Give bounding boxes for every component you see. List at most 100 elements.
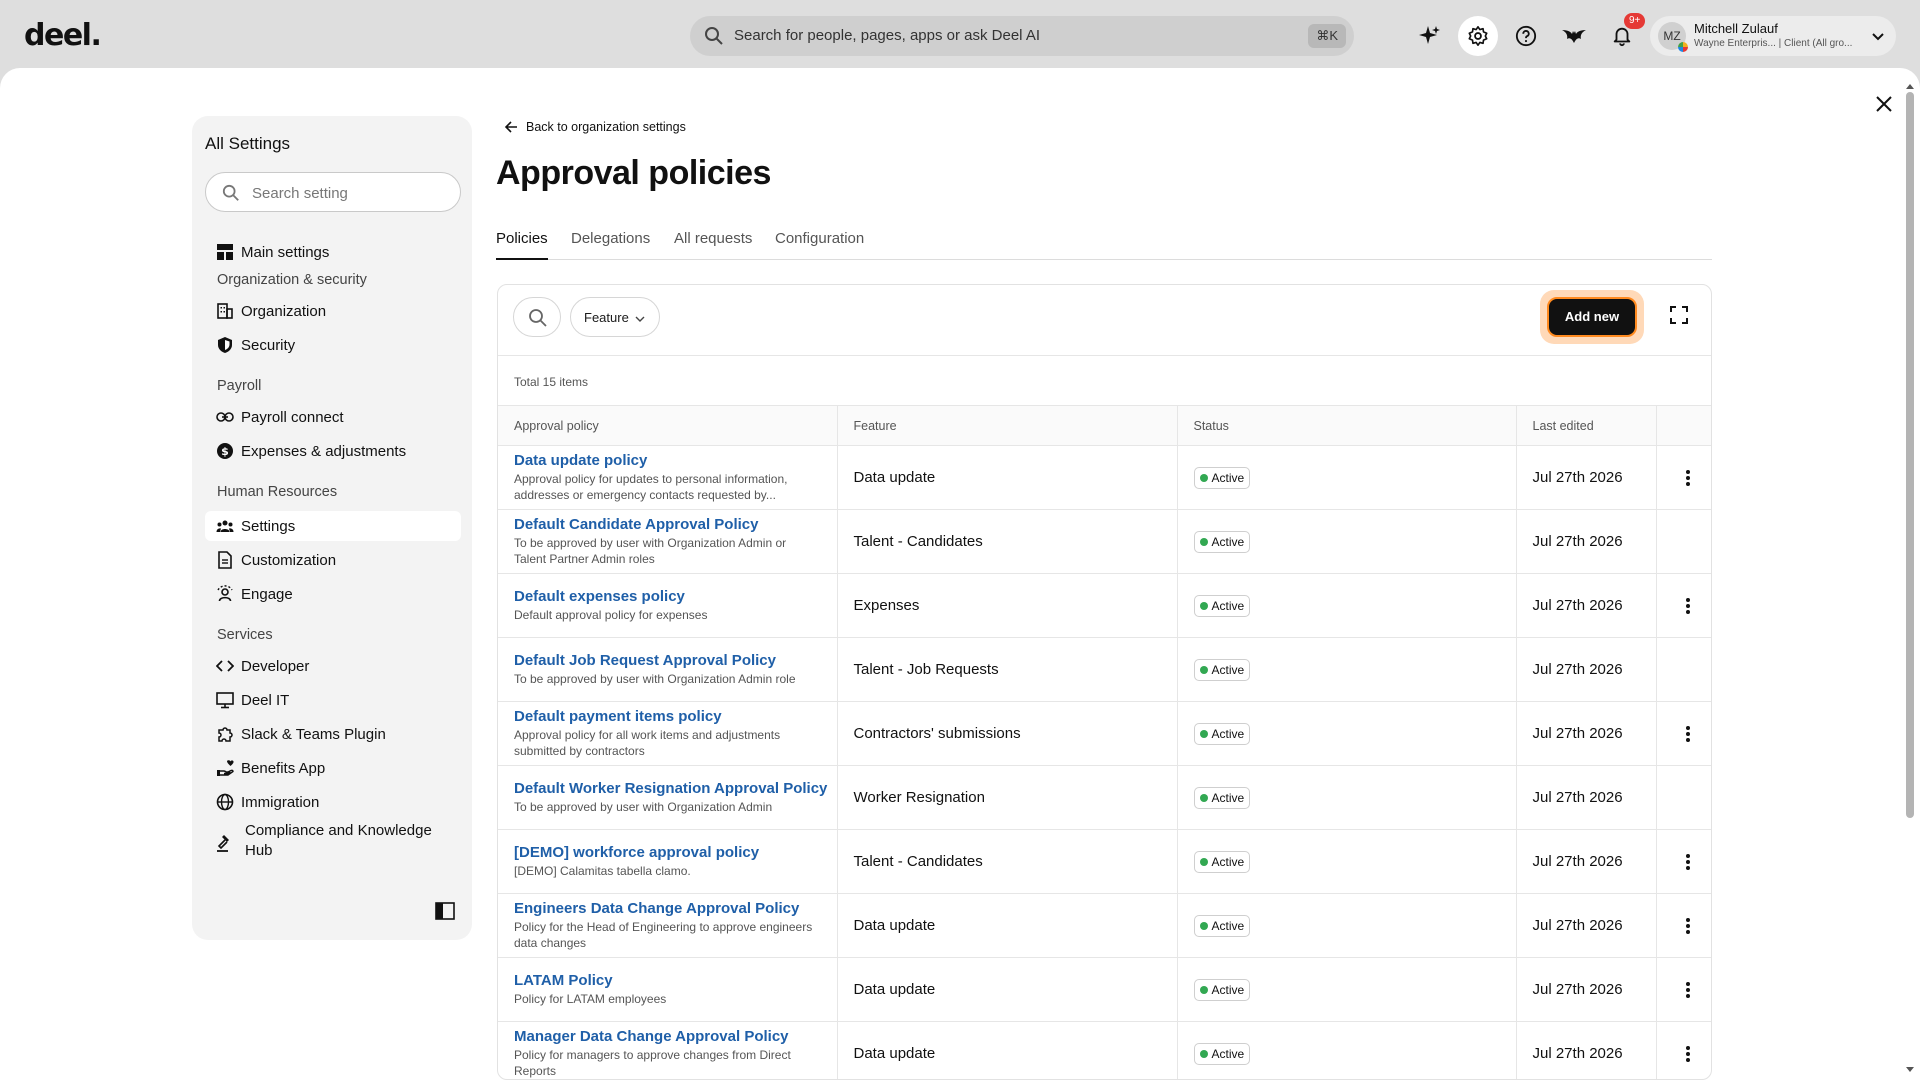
sidebar-item-label: Benefits App xyxy=(241,760,326,777)
avatar-status-dot xyxy=(1678,42,1688,52)
table-row[interactable]: [DEMO] workforce approval policy [DEMO] C… xyxy=(498,829,1711,894)
policy-description: To be approved by user with Organization… xyxy=(514,800,773,814)
sidebar-item-expenses[interactable]: $ Expenses & adjustments xyxy=(205,436,461,466)
column-header-feature[interactable]: Feature xyxy=(836,405,1177,446)
setting-search-input[interactable]: Search setting xyxy=(205,172,461,212)
scroll-down-arrow[interactable] xyxy=(1905,1066,1915,1074)
settings-button[interactable] xyxy=(1458,16,1498,56)
help-button[interactable] xyxy=(1506,16,1546,56)
sidebar-item-engage[interactable]: Engage xyxy=(205,579,461,609)
policy-description: To be approved by user with Organization… xyxy=(514,536,787,566)
more-vertical-icon[interactable] xyxy=(1685,597,1691,615)
sidebar-item-hr-settings[interactable]: Settings xyxy=(205,511,461,541)
policy-name-link[interactable]: LATAM Policy xyxy=(514,972,837,989)
column-header-last-edited[interactable]: Last edited xyxy=(1515,405,1656,446)
table-row[interactable]: Default Candidate Approval Policy To be a… xyxy=(498,509,1711,574)
table-search-button[interactable] xyxy=(513,297,561,337)
policy-name-link[interactable]: Data update policy xyxy=(514,452,837,469)
fullscreen-icon[interactable] xyxy=(1669,305,1689,325)
sidebar-item-deel-it[interactable]: Deel IT xyxy=(205,685,461,715)
sidebar-item-payroll-connect[interactable]: Payroll connect xyxy=(205,402,461,432)
dollar-circle-icon: $ xyxy=(217,443,233,459)
policies-table: Approval policy Feature Status Last edit… xyxy=(498,405,1711,1079)
sidebar-item-developer[interactable]: Developer xyxy=(205,651,461,681)
table-row[interactable]: Manager Data Change Approval Policy Polic… xyxy=(498,1021,1711,1079)
collapse-sidebar-icon[interactable] xyxy=(435,902,455,920)
add-new-button[interactable]: Add new xyxy=(1547,297,1637,337)
feature-cell: Data update xyxy=(836,445,1177,510)
batman-logo-icon xyxy=(1562,30,1586,43)
feature-cell: Talent - Candidates xyxy=(836,829,1177,894)
sidebar-item-security[interactable]: Security xyxy=(205,330,461,360)
policy-tabs: Policies Delegations All requests Config… xyxy=(496,228,1712,260)
table-row[interactable]: Data update policy Approval policy for up… xyxy=(498,445,1711,510)
user-org: Wayne Enterpris... | Client (All gro... xyxy=(1694,38,1853,49)
close-icon[interactable] xyxy=(1872,92,1896,116)
table-row[interactable]: Engineers Data Change Approval Policy Pol… xyxy=(498,893,1711,958)
more-vertical-icon[interactable] xyxy=(1685,469,1691,487)
policy-name-link[interactable]: Default payment items policy xyxy=(514,708,837,725)
sidebar-item-label: Expenses & adjustments xyxy=(241,443,407,460)
more-vertical-icon[interactable] xyxy=(1685,853,1691,871)
status-dot-icon xyxy=(1199,921,1208,930)
column-header-status[interactable]: Status xyxy=(1176,405,1516,446)
policy-cell: Default Job Request Approval Policy To be… xyxy=(498,637,837,702)
deel-logo[interactable]: deel. xyxy=(24,18,102,53)
deel-ai-button[interactable] xyxy=(1410,16,1450,56)
table-row[interactable]: Default Job Request Approval Policy To be… xyxy=(498,637,1711,702)
avatar: MZ xyxy=(1658,22,1688,52)
more-vertical-icon[interactable] xyxy=(1685,1045,1691,1063)
scrollbar-thumb[interactable] xyxy=(1906,92,1914,818)
last-edited-cell: Jul 27th 2026 xyxy=(1515,573,1656,638)
status-label: Active xyxy=(1211,598,1245,613)
sidebar-item-label: Developer xyxy=(241,658,310,675)
status-label: Active xyxy=(1211,534,1245,549)
user-menu[interactable]: MZ Mitchell Zulauf Wayne Enterpris... | … xyxy=(1650,16,1896,56)
sidebar-item-customization[interactable]: Customization xyxy=(205,545,461,575)
table-row[interactable]: Default payment items policy Approval pol… xyxy=(498,701,1711,766)
global-search-bar[interactable]: Search for people, pages, apps or ask De… xyxy=(690,16,1354,56)
table-row[interactable]: LATAM Policy Policy for LATAM employees Da… xyxy=(498,957,1711,1022)
policy-name-link[interactable]: Manager Data Change Approval Policy xyxy=(514,1028,837,1045)
sidebar-item-slack-teams[interactable]: Slack & Teams Plugin xyxy=(205,719,461,749)
status-badge: Active xyxy=(1193,786,1251,809)
tab-policies[interactable]: Policies xyxy=(496,230,548,260)
column-header-approval-policy[interactable]: Approval policy xyxy=(498,405,837,446)
divider xyxy=(498,355,1711,356)
sidebar-item-immigration[interactable]: Immigration xyxy=(205,787,461,817)
table-row[interactable]: Default Worker Resignation Approval Poli… xyxy=(498,765,1711,830)
sidebar-item-compliance[interactable]: Compliance and Knowledge Hub xyxy=(205,821,461,865)
table-toolbar: Feature Add new xyxy=(498,285,1711,347)
sidebar-item-label: Main settings xyxy=(241,244,330,261)
apps-button[interactable] xyxy=(1554,16,1594,56)
more-vertical-icon[interactable] xyxy=(1685,917,1691,935)
policy-name-link[interactable]: [DEMO] workforce approval policy xyxy=(514,844,837,861)
actions-cell xyxy=(1655,893,1711,958)
status-label: Active xyxy=(1211,918,1245,933)
tab-delegations[interactable]: Delegations xyxy=(571,230,650,260)
policy-name-link[interactable]: Default Worker Resignation Approval Poli… xyxy=(514,780,837,797)
arrow-left-icon xyxy=(504,121,517,133)
gavel-icon xyxy=(217,835,229,852)
policy-description: Policy for managers to approve changes f… xyxy=(514,1048,791,1078)
status-label: Active xyxy=(1211,790,1245,805)
policy-name-link[interactable]: Default Candidate Approval Policy xyxy=(514,516,837,533)
scroll-up-arrow[interactable] xyxy=(1905,82,1915,90)
policy-name-link[interactable]: Default expenses policy xyxy=(514,588,837,605)
feature-filter[interactable]: Feature xyxy=(570,297,660,337)
feature-cell: Talent - Job Requests xyxy=(836,637,1177,702)
sidebar-item-label: Engage xyxy=(241,586,293,603)
sidebar-item-organization[interactable]: Organization xyxy=(205,296,461,326)
status-cell: Active xyxy=(1176,829,1516,894)
sidebar-item-benefits[interactable]: Benefits App xyxy=(205,753,461,783)
tab-configuration[interactable]: Configuration xyxy=(775,230,864,260)
sidebar-item-main-settings[interactable]: Main settings xyxy=(205,237,461,267)
table-row[interactable]: Default expenses policy Default approval … xyxy=(498,573,1711,638)
more-vertical-icon[interactable] xyxy=(1685,981,1691,999)
help-icon xyxy=(1515,25,1537,47)
policy-name-link[interactable]: Engineers Data Change Approval Policy xyxy=(514,900,837,917)
tab-all-requests[interactable]: All requests xyxy=(674,230,752,260)
settings-sidebar: All Settings Search setting Main setting… xyxy=(192,116,472,940)
more-vertical-icon[interactable] xyxy=(1685,725,1691,743)
policy-name-link[interactable]: Default Job Request Approval Policy xyxy=(514,652,837,669)
